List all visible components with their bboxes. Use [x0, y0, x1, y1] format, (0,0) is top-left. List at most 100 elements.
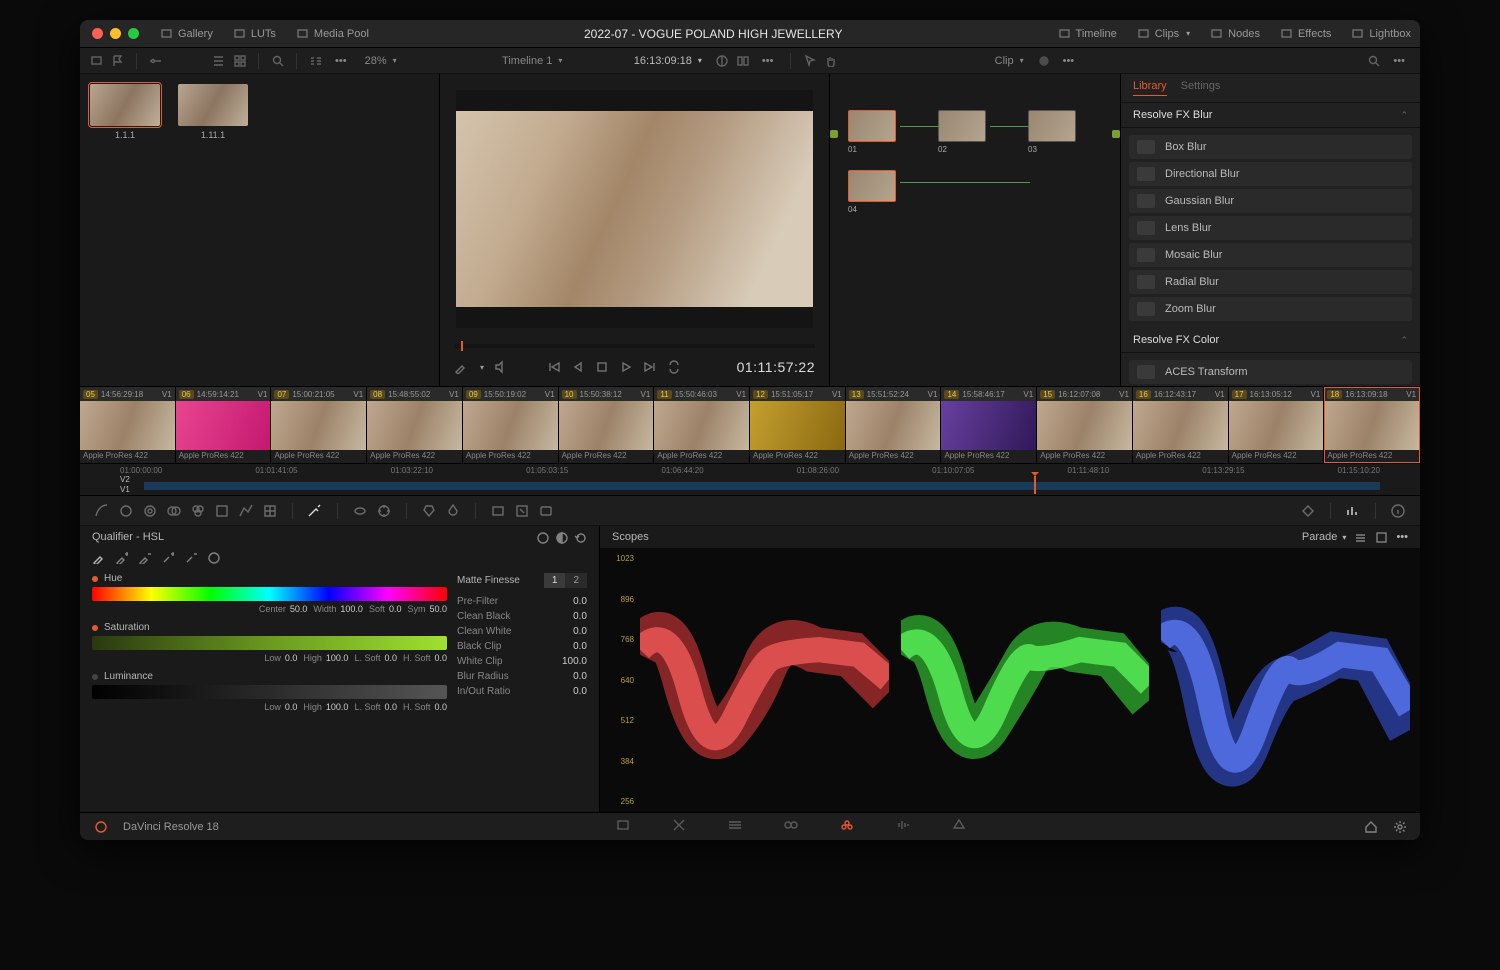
- warper-icon[interactable]: [262, 503, 278, 519]
- matte-param[interactable]: In/Out Ratio0.0: [457, 684, 587, 699]
- viewer-zoom[interactable]: 28%▾: [360, 53, 402, 69]
- menu-dots-4[interactable]: •••: [1388, 53, 1410, 69]
- color-node-04[interactable]: 04: [848, 170, 898, 214]
- tracker-icon[interactable]: [376, 503, 392, 519]
- feather-minus-icon[interactable]: [184, 551, 197, 564]
- gallery-still[interactable]: 1.1.1: [90, 84, 160, 140]
- page-edit[interactable]: [727, 817, 743, 836]
- matte-param[interactable]: Clean Black0.0: [457, 609, 587, 624]
- info-icon[interactable]: [1390, 503, 1406, 519]
- lum-gradient[interactable]: [92, 685, 447, 699]
- matte-param[interactable]: Blur Radius0.0: [457, 669, 587, 684]
- first-frame-button[interactable]: [547, 360, 561, 374]
- clip-thumbnail[interactable]: 0815:48:55:02V1Apple ProRes 422: [367, 387, 463, 463]
- split-screen-icon[interactable]: [736, 54, 749, 67]
- eyedropper-icon[interactable]: [92, 551, 105, 564]
- loop-button[interactable]: [667, 360, 681, 374]
- grid-view-icon[interactable]: [233, 54, 246, 67]
- scopes-expand-icon[interactable]: [1375, 531, 1388, 544]
- sizing-icon[interactable]: [514, 503, 530, 519]
- clip-thumbnail[interactable]: 1315:51:52:24V1Apple ProRes 422: [846, 387, 942, 463]
- minimize-window-button[interactable]: [110, 28, 121, 39]
- invert-mask-icon[interactable]: [207, 551, 220, 564]
- motion-icon[interactable]: [214, 503, 230, 519]
- fx-item[interactable]: Lens Blur: [1129, 216, 1412, 240]
- clip-thumbnail[interactable]: 1816:13:09:18V1Apple ProRes 422: [1324, 387, 1420, 463]
- scopes-toggle-icon[interactable]: [1345, 503, 1361, 519]
- gallery-still[interactable]: 1.11.1: [178, 84, 248, 140]
- eyedropper-minus-icon[interactable]: [138, 551, 151, 564]
- page-fairlight[interactable]: [895, 817, 911, 836]
- effects-button[interactable]: Effects: [1271, 22, 1340, 45]
- scopes-menu-dots[interactable]: •••: [1396, 531, 1408, 543]
- qualifier-icon[interactable]: [307, 503, 323, 519]
- reset-icon[interactable]: [574, 531, 587, 544]
- fx-item[interactable]: Box Blur: [1129, 135, 1412, 159]
- window-icon[interactable]: [352, 503, 368, 519]
- fx-item[interactable]: Radial Blur: [1129, 270, 1412, 294]
- color-node-03[interactable]: 03: [1028, 110, 1078, 154]
- mini-timeline[interactable]: 01:00:00:0001:01:41:0501:03:22:1001:05:0…: [80, 464, 1420, 496]
- stop-button[interactable]: [595, 360, 609, 374]
- page-media[interactable]: [615, 817, 631, 836]
- hue-gradient[interactable]: [92, 587, 447, 601]
- 3d-icon[interactable]: [538, 503, 554, 519]
- node-clip-selector[interactable]: Clip▾: [990, 53, 1029, 69]
- record-icon[interactable]: [1037, 54, 1050, 67]
- scopes-settings-icon[interactable]: [1354, 531, 1367, 544]
- keyframes-icon[interactable]: [1300, 503, 1316, 519]
- feather-plus-icon[interactable]: [161, 551, 174, 564]
- slider-icon[interactable]: [149, 54, 162, 67]
- eyedropper-plus-icon[interactable]: [115, 551, 128, 564]
- prev-frame-button[interactable]: [571, 360, 585, 374]
- fx-tab-library[interactable]: Library: [1133, 80, 1167, 96]
- clip-thumbnail[interactable]: 1415:58:46:17V1Apple ProRes 422: [941, 387, 1037, 463]
- fx-item[interactable]: Zoom Blur: [1129, 297, 1412, 321]
- home-icon[interactable]: [1364, 820, 1377, 833]
- scopes-mode[interactable]: Parade ▾: [1302, 531, 1347, 543]
- clip-thumbnail[interactable]: 1215:51:05:17V1Apple ProRes 422: [750, 387, 846, 463]
- fx-item[interactable]: Gaussian Blur: [1129, 189, 1412, 213]
- gallery-button[interactable]: Gallery: [151, 22, 222, 45]
- clip-thumbnail[interactable]: 1716:13:05:12V1Apple ProRes 422: [1229, 387, 1325, 463]
- node-graph[interactable]: 01020304: [830, 74, 1120, 386]
- magic-mask-icon[interactable]: [421, 503, 437, 519]
- custom-curves-icon[interactable]: [238, 503, 254, 519]
- menu-dots-2[interactable]: •••: [757, 53, 779, 69]
- primary-bars-icon[interactable]: [142, 503, 158, 519]
- viewer-timecode[interactable]: 16:13:09:18▾: [629, 53, 707, 69]
- blur-icon[interactable]: [445, 503, 461, 519]
- hdr-wheels-icon[interactable]: [166, 503, 182, 519]
- menu-dots-3[interactable]: •••: [1058, 53, 1080, 69]
- matte-param[interactable]: White Clip100.0: [457, 654, 587, 669]
- arrange-icon[interactable]: [309, 54, 322, 67]
- hand-icon[interactable]: [824, 54, 837, 67]
- matte-param[interactable]: Black Clip0.0: [457, 639, 587, 654]
- node-graph-output[interactable]: [1112, 130, 1120, 138]
- timeline-button[interactable]: Timeline: [1049, 22, 1126, 45]
- clip-thumbnail[interactable]: 0715:00:21:05V1Apple ProRes 422: [271, 387, 367, 463]
- matte-tab-1[interactable]: 1: [544, 573, 566, 588]
- gear-icon[interactable]: [1393, 820, 1406, 833]
- clip-thumbnail[interactable]: 1015:50:38:12V1Apple ProRes 422: [559, 387, 655, 463]
- invert-icon[interactable]: [555, 531, 568, 544]
- pointer-icon[interactable]: [803, 54, 816, 67]
- viewer-scrubber[interactable]: [454, 344, 815, 348]
- playhead[interactable]: [1034, 476, 1036, 494]
- still-grab-icon[interactable]: [90, 54, 103, 67]
- sat-gradient[interactable]: [92, 636, 447, 650]
- color-node-01[interactable]: 01: [848, 110, 898, 154]
- search-fx-icon[interactable]: [1367, 54, 1380, 67]
- clip-thumbnail[interactable]: 0614:59:14:21V1Apple ProRes 422: [176, 387, 272, 463]
- nodes-button[interactable]: Nodes: [1201, 22, 1269, 45]
- clip-thumbnail[interactable]: 1516:12:07:08V1Apple ProRes 422: [1037, 387, 1133, 463]
- flag-icon[interactable]: [111, 54, 124, 67]
- clip-thumbnail[interactable]: 1616:12:43:17V1Apple ProRes 422: [1133, 387, 1229, 463]
- search-icon[interactable]: [271, 54, 284, 67]
- close-window-button[interactable]: [92, 28, 103, 39]
- page-cut[interactable]: [671, 817, 687, 836]
- fx-item[interactable]: Directional Blur: [1129, 162, 1412, 186]
- transport-timecode[interactable]: 01:11:57:22: [737, 359, 815, 375]
- list-view-icon[interactable]: [212, 54, 225, 67]
- clip-thumbnail[interactable]: 0915:50:19:02V1Apple ProRes 422: [463, 387, 559, 463]
